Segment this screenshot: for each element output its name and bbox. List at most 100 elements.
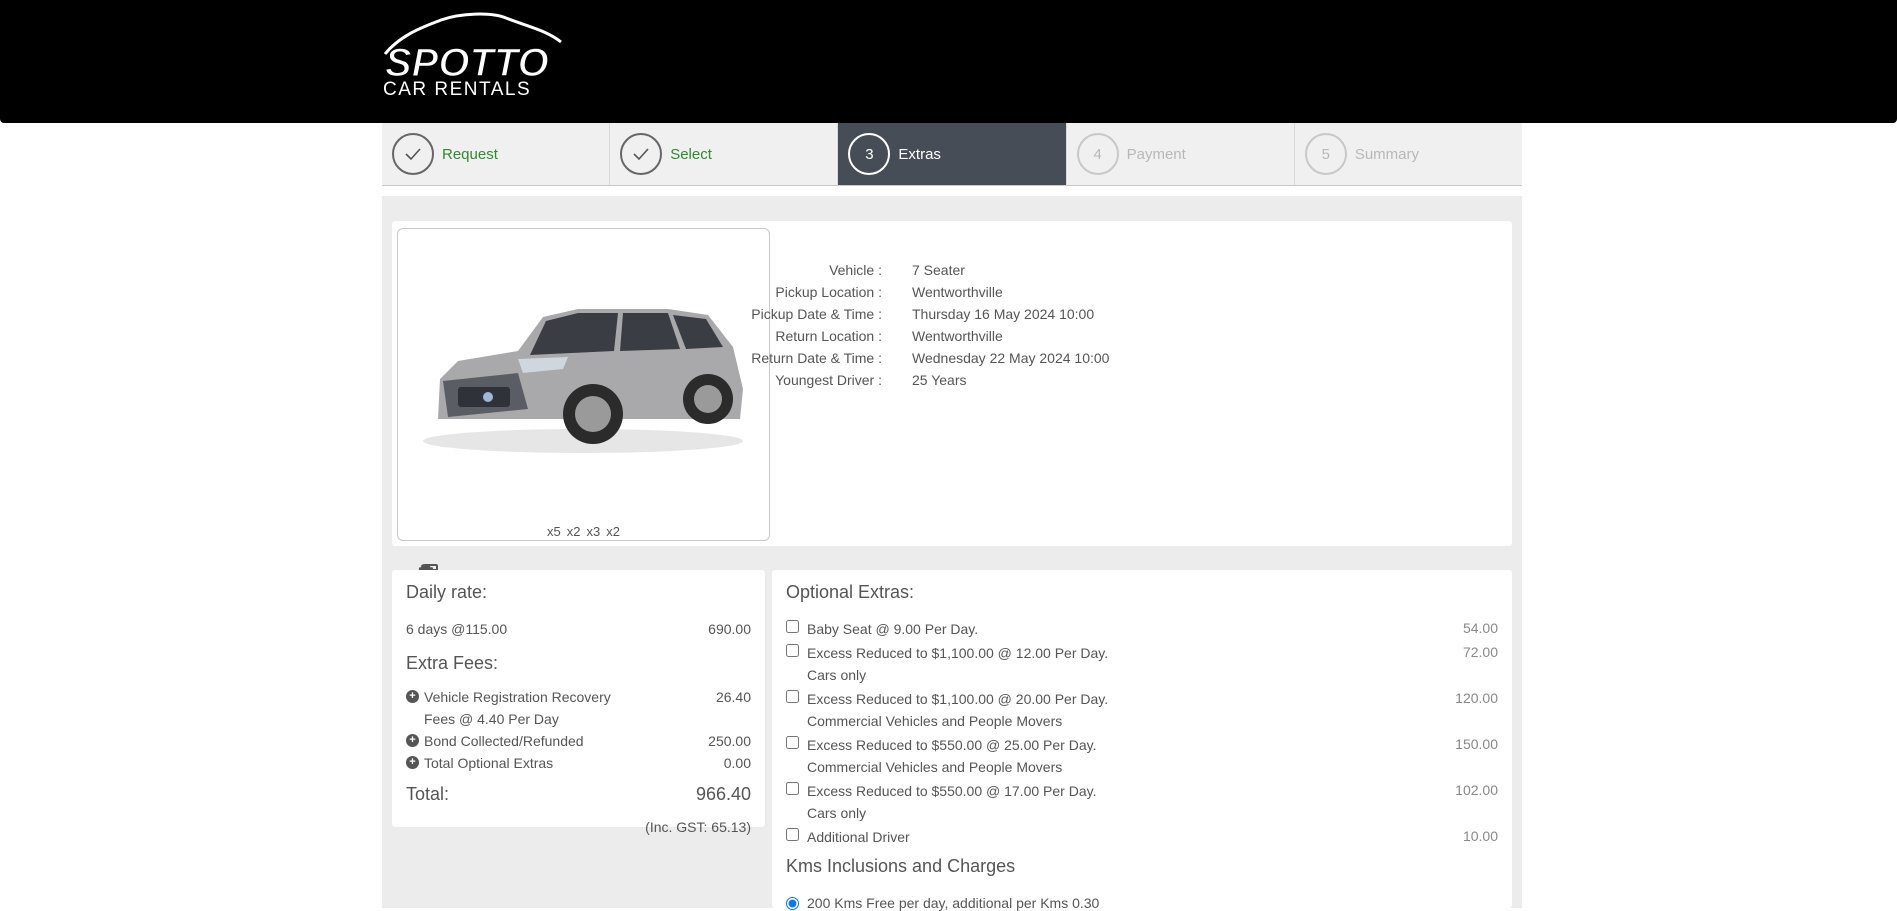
extras-list: Baby Seat @ 9.00 Per Day. 54.00 Excess R… — [786, 618, 1498, 848]
step-number: 4 — [1076, 133, 1119, 175]
vehicle-card: x5 x2 x3 x2 Vehicle : 7 Seater Pickup Loc… — [392, 221, 1512, 590]
fee-value: 250.00 — [708, 733, 751, 749]
step-payment: 4 Payment — [1067, 123, 1295, 185]
detail-label: Return Date & Time : — [751, 350, 882, 366]
step-label: Request — [442, 145, 498, 163]
fee-label: Total Optional Extras — [424, 755, 554, 771]
step-select[interactable]: Select — [610, 123, 839, 185]
extra-label: Excess Reduced to $1,100.00 @ 12.00 Per … — [807, 645, 1109, 661]
fee-value: 0.00 — [723, 755, 751, 771]
daily-rate-value: 690.00 — [708, 621, 751, 637]
plus-circle-icon[interactable]: + — [406, 734, 419, 747]
gst-note: (Inc. GST: 65.13) — [645, 819, 751, 835]
child-capacity: x2 — [419, 524, 581, 579]
step-request[interactable]: Request — [382, 123, 611, 185]
detail-value: Wentworthville — [912, 284, 1003, 300]
extra-item: Excess Reduced to $550.00 @ 25.00 Per Da… — [786, 734, 1498, 778]
detail-value: Wednesday 22 May 2024 10:00 — [912, 350, 1110, 366]
fee-value: 26.40 — [715, 689, 751, 705]
extra-item: Baby Seat @ 9.00 Per Day. 54.00 — [786, 618, 1498, 640]
extra-amount: 54.00 — [1462, 620, 1498, 636]
detail-row: Vehicle : 7 Seater — [732, 259, 1109, 281]
detail-value: 7 Seater — [912, 262, 965, 278]
detail-value: 25 Years — [912, 372, 967, 388]
daily-rate-title: Daily rate: — [406, 582, 488, 602]
extra-amount: 120.00 — [1455, 690, 1498, 706]
extra-label: Excess Reduced to $550.00 @ 25.00 Per Da… — [807, 737, 1097, 753]
extra-checkbox[interactable] — [786, 620, 799, 633]
optional-extras-card: Optional Extras: Baby Seat @ 9.00 Per Da… — [772, 570, 1512, 911]
adult-count: x5 — [547, 524, 561, 539]
small-bag-capacity: x2 — [418, 524, 620, 577]
extra-label: Excess Reduced to $550.00 @ 17.00 Per Da… — [807, 783, 1097, 799]
booking-details: Vehicle : 7 Seater Pickup Location : Wentw… — [732, 259, 1109, 391]
fee-label: Vehicle Registration Recovery Fees @ 4.4… — [424, 689, 611, 727]
kms-option-label: 200 Kms Free per day, additional per Kms… — [807, 895, 1100, 911]
extra-label: Additional Driver — [807, 829, 910, 845]
extra-checkbox[interactable] — [786, 828, 799, 841]
plus-circle-icon[interactable]: + — [406, 690, 419, 703]
extra-item: Excess Reduced to $1,100.00 @ 12.00 Per … — [786, 642, 1498, 686]
daily-rate-label: 6 days @115.00 — [406, 621, 508, 637]
spotto-logo[interactable]: SPOTTO CAR RENTALS — [381, 12, 567, 102]
extra-checkbox[interactable] — [786, 736, 799, 749]
main-content: x5 x2 x3 x2 Vehicle : 7 Seater Pickup Loc… — [382, 196, 1522, 911]
detail-row: Pickup Date & Time : Thursday 16 May 2024… — [732, 303, 1109, 325]
total-label: Total: — [406, 784, 450, 804]
detail-row: Return Location : Wentworthville — [732, 325, 1109, 347]
plus-circle-icon[interactable]: + — [406, 756, 419, 769]
check-icon — [392, 133, 434, 175]
extra-label: Baby Seat @ 9.00 Per Day. — [807, 621, 979, 637]
extra-item: Excess Reduced to $550.00 @ 17.00 Per Da… — [786, 780, 1498, 824]
suv-image — [423, 309, 743, 453]
adult-capacity: x5 — [420, 524, 561, 590]
step-number: 5 — [1304, 133, 1347, 175]
daily-rate-line: 6 days @115.00 690.00 — [406, 621, 751, 637]
kms-option: 200 Kms Free per day, additional per Kms… — [786, 895, 1498, 911]
extra-sublabel: Cars only — [807, 667, 867, 683]
detail-label: Pickup Date & Time : — [751, 306, 882, 322]
child-count: x2 — [566, 524, 581, 539]
detail-row: Pickup Location : Wentworthville — [732, 281, 1109, 303]
detail-value: Thursday 16 May 2024 10:00 — [912, 306, 1095, 322]
extra-checkbox[interactable] — [786, 644, 799, 657]
extra-label: Excess Reduced to $1,100.00 @ 20.00 Per … — [807, 691, 1109, 707]
extra-amount: 102.00 — [1455, 782, 1498, 798]
detail-value: Wentworthville — [912, 328, 1003, 344]
extra-item: Excess Reduced to $1,100.00 @ 20.00 Per … — [786, 688, 1498, 732]
optional-extras-title: Optional Extras: — [786, 582, 915, 602]
extra-item: Additional Driver 10.00 — [786, 826, 1498, 848]
fee-row: + Vehicle Registration Recovery Fees @ 4.… — [406, 686, 751, 730]
fee-label: Bond Collected/Refunded — [424, 733, 584, 749]
extra-amount: 10.00 — [1462, 828, 1498, 844]
step-extras: 3 Extras — [838, 123, 1067, 185]
step-number: 3 — [848, 133, 891, 175]
extra-sublabel: Commercial Vehicles and People Movers — [807, 713, 1063, 729]
vehicle-capacity: x5 x2 x3 x2 — [398, 524, 769, 590]
step-label: Select — [670, 145, 712, 163]
vehicle-image-box: x5 x2 x3 x2 — [397, 228, 770, 590]
logo-car-outline: SPOTTO — [383, 12, 562, 82]
fee-row: + Total Optional Extras 0.00 — [406, 752, 751, 774]
booking-steps: Request Select 3 Extras 4 Payment 5 Summ… — [382, 123, 1522, 186]
site-header: SPOTTO CAR RENTALS — [0, 0, 1897, 123]
detail-label: Vehicle : — [829, 262, 882, 278]
detail-row: Youngest Driver : 25 Years — [732, 369, 1109, 391]
large-bag-count: x3 — [586, 524, 601, 539]
detail-row: Return Date & Time : Wednesday 22 May 202… — [732, 347, 1109, 369]
step-label: Summary — [1354, 145, 1419, 163]
extra-checkbox[interactable] — [786, 782, 799, 795]
detail-label: Pickup Location : — [775, 284, 882, 300]
extra-sublabel: Commercial Vehicles and People Movers — [807, 759, 1063, 775]
extra-checkbox[interactable] — [786, 690, 799, 703]
step-label: Extras — [898, 145, 941, 163]
extra-amount: 72.00 — [1462, 644, 1498, 660]
fee-row: + Bond Collected/Refunded 250.00 — [406, 730, 751, 752]
total-row: Total: 966.40 — [406, 784, 751, 805]
small-bag-count: x2 — [606, 524, 620, 539]
kms-title: Kms Inclusions and Charges — [786, 856, 1016, 876]
logo-subtitle: CAR RENTALS — [383, 79, 532, 100]
step-summary: 5 Summary — [1295, 123, 1522, 185]
extra-sublabel: Cars only — [807, 805, 867, 821]
detail-label: Return Location : — [775, 328, 882, 344]
